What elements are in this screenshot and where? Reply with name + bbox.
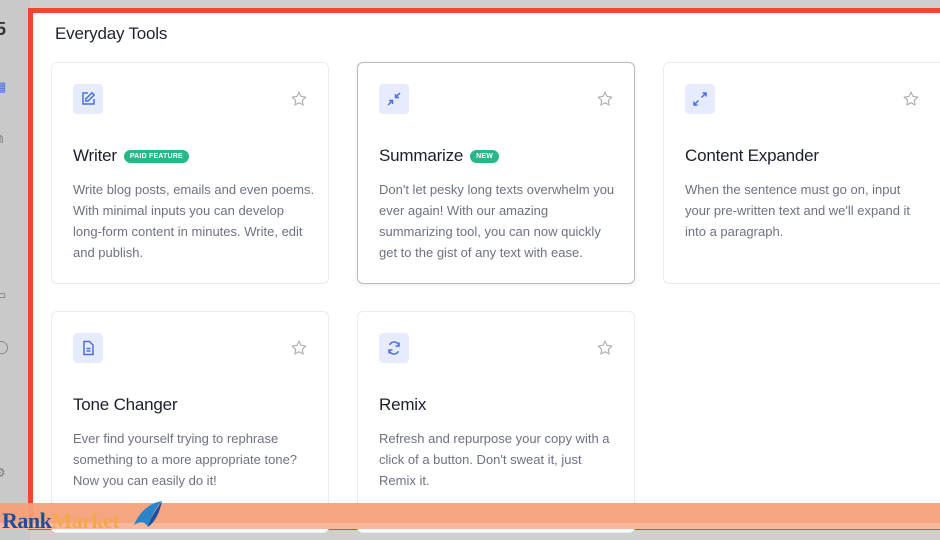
- favorite-star-icon[interactable]: [902, 90, 920, 108]
- tool-title-text: Remix: [379, 395, 427, 414]
- watermark-text-market: Market: [51, 508, 120, 533]
- tool-card-summarize[interactable]: Summarize NEW Don't let pesky long texts…: [357, 62, 635, 284]
- tool-title: Summarize NEW: [379, 146, 500, 166]
- tool-description: When the sentence must go on, input your…: [685, 182, 911, 239]
- favorite-star-icon[interactable]: [290, 339, 308, 357]
- everyday-tools-panel: Everyday Tools Writer PAID FEATURE Write…: [28, 8, 940, 533]
- nav-help-icon[interactable]: ◯: [0, 340, 9, 354]
- paid-feature-badge: PAID FEATURE: [123, 149, 189, 163]
- favorite-star-icon[interactable]: [596, 339, 614, 357]
- nav-folder-icon[interactable]: ▭: [0, 288, 8, 302]
- tool-title-text: Content Expander: [685, 146, 819, 165]
- nav-link-icon[interactable]: ∘: [0, 236, 8, 250]
- bird-logo-icon: [134, 501, 162, 527]
- refresh-icon: [379, 333, 409, 363]
- nav-tools-icon[interactable]: ▦: [0, 80, 8, 94]
- tool-description: Don't let pesky long texts overwhelm you…: [379, 182, 615, 260]
- tool-title-text: Summarize: [379, 146, 464, 165]
- nav-share-icon[interactable]: ⧉: [0, 132, 8, 146]
- edit-icon: [73, 84, 103, 114]
- tool-title-text: Writer: [73, 146, 117, 165]
- tool-card-remix[interactable]: Remix Refresh and repurpose your copy wi…: [357, 311, 635, 533]
- nav-document-icon[interactable]: ▯: [0, 184, 8, 198]
- favorite-star-icon[interactable]: [290, 90, 308, 108]
- document-icon: [73, 333, 103, 363]
- tool-title: Tone Changer: [73, 395, 178, 415]
- sidebar: 5 ▦ ⧉ ▯ ∘ ▭ ◯ ⚙: [0, 0, 30, 540]
- tool-description: Ever find yourself trying to rephrase so…: [73, 431, 298, 488]
- tool-card-content-expander[interactable]: Content Expander When the sentence must …: [663, 62, 940, 284]
- expand-icon: [685, 84, 715, 114]
- tool-title: Remix: [379, 395, 426, 415]
- tool-card-tone-changer[interactable]: Tone Changer Ever find yourself trying t…: [51, 311, 329, 533]
- collapse-icon: [379, 84, 409, 114]
- tool-description: Write blog posts, emails and even poems.…: [73, 182, 315, 260]
- nav-settings-icon[interactable]: ⚙: [0, 466, 8, 480]
- section-title: Everyday Tools: [55, 24, 168, 43]
- watermark-text-rank: Rank: [2, 508, 52, 533]
- tool-card-writer[interactable]: Writer PAID FEATURE Write blog posts, em…: [51, 62, 329, 284]
- new-badge: NEW: [470, 149, 500, 163]
- tool-title: Content Expander: [685, 146, 819, 166]
- tool-title-text: Tone Changer: [73, 395, 178, 414]
- tool-title: Writer PAID FEATURE: [73, 146, 189, 166]
- favorite-star-icon[interactable]: [596, 90, 614, 108]
- logo-icon: 5: [0, 19, 7, 39]
- tool-description: Refresh and repurpose your copy with a c…: [379, 431, 610, 488]
- watermark-logo: RankMarket: [2, 508, 120, 534]
